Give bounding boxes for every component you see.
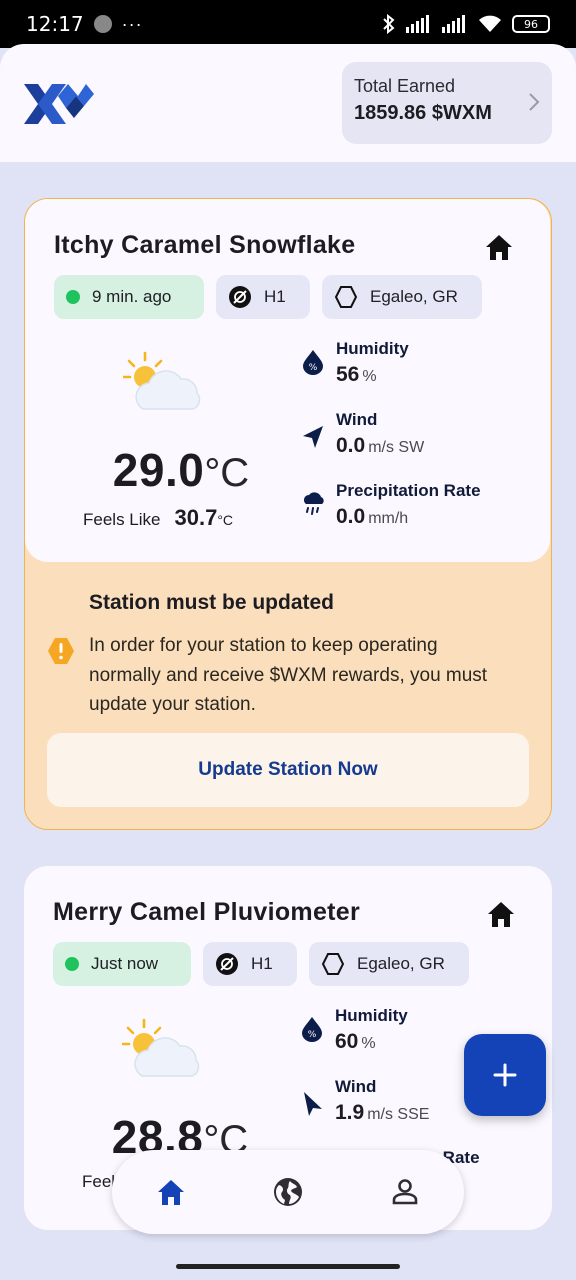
signal-icon-2 bbox=[442, 15, 465, 33]
svg-text:%: % bbox=[309, 363, 318, 373]
wind-label: Wind bbox=[335, 1077, 377, 1096]
wind-label: Wind bbox=[336, 410, 378, 429]
precipitation-reading: 0.0 mm/h bbox=[336, 505, 408, 529]
hexagon-icon bbox=[334, 286, 358, 308]
humidity-label: Humidity bbox=[335, 1006, 408, 1025]
home-icon bbox=[486, 235, 512, 260]
wind-unit: m/s SSE bbox=[367, 1106, 430, 1123]
gesture-navigation-bar[interactable] bbox=[176, 1264, 400, 1269]
clock: 12:17 bbox=[26, 12, 84, 36]
partly-cloudy-icon bbox=[122, 1018, 200, 1077]
wind-value: 1.9 bbox=[335, 1101, 365, 1124]
bottom-navigation bbox=[112, 1150, 464, 1234]
station-location-chip: Egaleo, GR bbox=[309, 942, 469, 986]
station-location-text: Egaleo, GR bbox=[370, 287, 458, 306]
humidity-icon: % bbox=[303, 350, 323, 375]
wind-reading: 0.0 m/s SW bbox=[336, 434, 424, 458]
online-status-dot bbox=[66, 290, 80, 304]
warning-icon bbox=[48, 638, 74, 664]
wifi-icon bbox=[479, 15, 501, 32]
temperature-value: 29.0 bbox=[112, 444, 205, 496]
station-weather-panel: Itchy Caramel Snowflake 9 min. ago H1 Eg… bbox=[25, 199, 550, 562]
station-name: Itchy Caramel Snowflake bbox=[54, 231, 356, 259]
station-model-chip: H1 bbox=[216, 275, 310, 319]
last-seen-chip: Just now bbox=[53, 942, 191, 986]
helium-icon bbox=[229, 286, 251, 308]
partly-cloudy-icon bbox=[123, 351, 201, 410]
humidity-reading: 56% bbox=[336, 363, 377, 387]
station-card[interactable]: Itchy Caramel Snowflake 9 min. ago H1 Eg… bbox=[24, 198, 552, 830]
humidity-reading: 60% bbox=[335, 1030, 376, 1054]
precipitation-unit: mm/h bbox=[368, 510, 409, 527]
precipitation-label: Precipitation Rate bbox=[336, 481, 481, 500]
battery-icon: 96 bbox=[512, 15, 550, 33]
station-name: Merry Camel Pluviometer bbox=[53, 898, 361, 926]
humidity-unit: % bbox=[361, 1035, 376, 1052]
signal-icon bbox=[406, 15, 429, 33]
hexagon-icon bbox=[321, 953, 345, 975]
plus-icon bbox=[493, 1063, 517, 1087]
wind-direction-icon bbox=[303, 426, 323, 448]
humidity-value: 60 bbox=[335, 1030, 359, 1053]
alert-message: In order for your station to keep operat… bbox=[89, 635, 488, 715]
station-model-text: H1 bbox=[264, 287, 286, 306]
total-earned-button[interactable]: Total Earned 1859.86 $WXM bbox=[342, 62, 552, 144]
rain-cloud-icon bbox=[304, 492, 324, 515]
feels-like-unit: °C bbox=[217, 512, 234, 528]
feels-like-row: Feels Like 30.7°C bbox=[83, 505, 233, 531]
svg-text:%: % bbox=[308, 1030, 317, 1040]
weatherxm-logo bbox=[24, 84, 94, 124]
alert-title: Station must be updated bbox=[89, 591, 335, 614]
profile-icon[interactable] bbox=[389, 1176, 421, 1208]
feels-like-value: 30.7 bbox=[174, 505, 218, 530]
station-model-text: H1 bbox=[251, 954, 273, 973]
last-seen-chip: 9 min. ago bbox=[54, 275, 204, 319]
temperature-unit: °C bbox=[204, 451, 250, 495]
more-notifications-icon: ··· bbox=[121, 13, 143, 34]
add-station-button[interactable] bbox=[464, 1034, 546, 1116]
wind-reading: 1.9 m/s SSE bbox=[335, 1101, 429, 1125]
home-icon[interactable] bbox=[155, 1176, 187, 1208]
feels-like-label: Feels Like bbox=[83, 510, 161, 529]
wind-unit: m/s SW bbox=[368, 439, 425, 456]
globe-icon[interactable] bbox=[272, 1176, 304, 1208]
bluetooth-icon bbox=[383, 14, 395, 34]
update-station-button[interactable]: Update Station Now bbox=[47, 733, 529, 807]
app-header: Total Earned 1859.86 $WXM bbox=[0, 44, 576, 162]
humidity-value: 56 bbox=[336, 363, 360, 386]
total-earned-value: 1859.86 $WXM bbox=[354, 102, 492, 124]
system-status-bar: 12:17 ··· 96 bbox=[0, 0, 576, 48]
last-seen-text: 9 min. ago bbox=[92, 287, 172, 306]
humidity-label: Humidity bbox=[336, 339, 409, 358]
online-status-dot bbox=[65, 957, 79, 971]
humidity-unit: % bbox=[362, 368, 377, 385]
chevron-right-icon bbox=[529, 93, 540, 111]
total-earned-label: Total Earned bbox=[354, 76, 456, 96]
app-notification-icon bbox=[93, 15, 112, 33]
station-model-chip: H1 bbox=[203, 942, 297, 986]
station-location-text: Egaleo, GR bbox=[357, 954, 445, 973]
last-seen-text: Just now bbox=[91, 954, 159, 973]
station-location-chip: Egaleo, GR bbox=[322, 275, 482, 319]
wind-direction-icon bbox=[304, 1092, 322, 1116]
home-icon bbox=[488, 902, 514, 927]
helium-icon bbox=[216, 953, 238, 975]
precipitation-value: 0.0 bbox=[336, 505, 366, 528]
wind-value: 0.0 bbox=[336, 434, 366, 457]
temperature-display: 29.0°C bbox=[91, 443, 271, 497]
humidity-icon: % bbox=[302, 1017, 322, 1042]
